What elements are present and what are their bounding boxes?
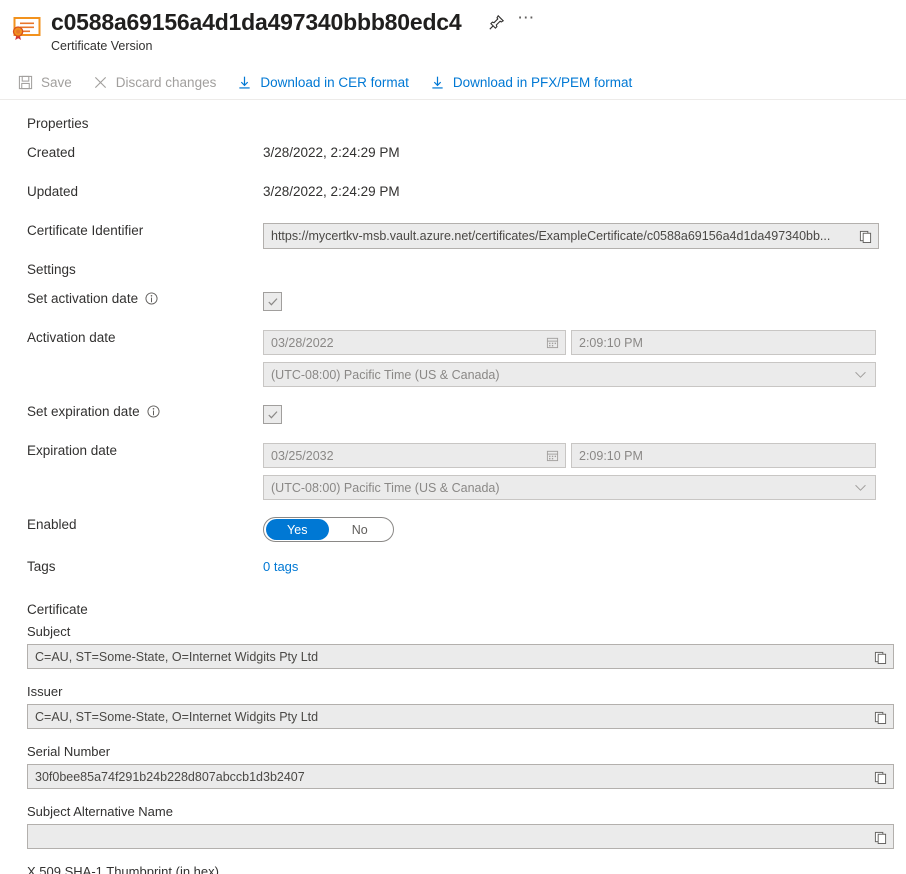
discard-changes-label: Discard changes <box>116 75 217 90</box>
subject-label: Subject <box>27 624 892 639</box>
enabled-row: Enabled Yes No <box>14 513 892 542</box>
issuer-value: C=AU, ST=Some-State, O=Internet Widgits … <box>35 710 318 724</box>
title-line: c0588a69156a4d1da497340bbb80edc4 ⋯ <box>51 8 539 36</box>
serial-number-label: Serial Number <box>27 744 892 759</box>
content-area: Properties Created 3/28/2022, 2:24:29 PM… <box>0 100 906 874</box>
serial-number-field-group: Serial Number 30f0bee85a74f291b24b228d80… <box>14 744 892 789</box>
updated-row: Updated 3/28/2022, 2:24:29 PM <box>14 180 892 206</box>
enabled-toggle-no[interactable]: No <box>329 519 392 540</box>
copy-icon[interactable] <box>853 224 878 248</box>
activation-timezone-select[interactable]: (UTC-08:00) Pacific Time (US & Canada) <box>263 362 876 387</box>
chevron-down-icon <box>854 363 867 386</box>
san-field[interactable] <box>27 824 894 849</box>
download-pfx-pem-label: Download in PFX/PEM format <box>453 75 632 90</box>
discard-changes-button[interactable]: Discard changes <box>89 68 226 98</box>
download-icon <box>236 74 253 91</box>
info-icon[interactable] <box>147 405 160 418</box>
subject-field[interactable]: C=AU, ST=Some-State, O=Internet Widgits … <box>27 644 894 669</box>
activation-date-row: Activation date 03/28/2022 <box>14 326 892 387</box>
activation-date-controls: 03/28/2022 2:09:10 <box>263 330 892 355</box>
page-header: c0588a69156a4d1da497340bbb80edc4 ⋯ Certi… <box>0 0 906 62</box>
expiration-time-input[interactable]: 2:09:10 PM <box>571 443 876 468</box>
expiration-date-input[interactable]: 03/25/2032 <box>263 443 566 468</box>
calendar-icon[interactable] <box>541 444 563 467</box>
info-icon[interactable] <box>145 292 158 305</box>
set-expiration-date-checkbox[interactable] <box>263 405 282 424</box>
subject-value: C=AU, ST=Some-State, O=Internet Widgits … <box>35 650 318 664</box>
certificate-identifier-field[interactable]: https://mycertkv-msb.vault.azure.net/cer… <box>263 223 879 249</box>
expiration-timezone-select[interactable]: (UTC-08:00) Pacific Time (US & Canada) <box>263 475 876 500</box>
certificate-icon <box>12 13 42 43</box>
tags-row: Tags 0 tags <box>14 555 892 581</box>
page-title: c0588a69156a4d1da497340bbb80edc4 <box>51 8 461 36</box>
expiration-date-value: 03/25/2032 <box>271 449 334 463</box>
save-icon <box>17 74 34 91</box>
copy-icon[interactable] <box>868 645 893 669</box>
activation-timezone-value: (UTC-08:00) Pacific Time (US & Canada) <box>271 368 500 382</box>
header-row: c0588a69156a4d1da497340bbb80edc4 ⋯ Certi… <box>0 8 906 54</box>
title-block: c0588a69156a4d1da497340bbb80edc4 ⋯ Certi… <box>51 8 539 54</box>
set-activation-date-label: Set activation date <box>27 291 138 306</box>
activation-date-value: 03/28/2022 <box>271 336 334 350</box>
certificate-identifier-label: Certificate Identifier <box>14 219 263 238</box>
activation-date-input[interactable]: 03/28/2022 <box>263 330 566 355</box>
san-field-group: Subject Alternative Name <box>14 804 892 849</box>
copy-icon[interactable] <box>868 705 893 729</box>
enabled-label: Enabled <box>14 513 263 532</box>
download-icon <box>429 74 446 91</box>
download-pfx-pem-button[interactable]: Download in PFX/PEM format <box>426 68 641 98</box>
copy-icon[interactable] <box>868 765 893 789</box>
expiration-date-label: Expiration date <box>14 439 263 458</box>
issuer-field-group: Issuer C=AU, ST=Some-State, O=Internet W… <box>14 684 892 729</box>
set-activation-date-row: Set activation date <box>14 287 892 313</box>
created-label: Created <box>14 141 263 160</box>
enabled-toggle[interactable]: Yes No <box>263 517 394 542</box>
save-label: Save <box>41 75 72 90</box>
download-cer-label: Download in CER format <box>260 75 409 90</box>
ellipsis-icon[interactable]: ⋯ <box>513 9 539 35</box>
tags-link[interactable]: 0 tags <box>263 559 298 574</box>
certificate-section-title: Certificate <box>27 602 892 617</box>
command-bar: Save Discard changes Download in CER for… <box>0 66 906 100</box>
san-label: Subject Alternative Name <box>27 804 892 819</box>
issuer-field[interactable]: C=AU, ST=Some-State, O=Internet Widgits … <box>27 704 894 729</box>
set-expiration-date-label: Set expiration date <box>27 404 140 419</box>
calendar-icon[interactable] <box>541 331 563 354</box>
download-cer-button[interactable]: Download in CER format <box>233 68 418 98</box>
copy-icon[interactable] <box>868 825 893 849</box>
certificate-identifier-value: https://mycertkv-msb.vault.azure.net/cer… <box>271 229 830 243</box>
set-activation-date-checkbox[interactable] <box>263 292 282 311</box>
expiration-date-row: Expiration date 03/25/2032 <box>14 439 892 500</box>
activation-time-input[interactable]: 2:09:10 PM <box>571 330 876 355</box>
expiration-timezone-value: (UTC-08:00) Pacific Time (US & Canada) <box>271 481 500 495</box>
chevron-down-icon <box>854 476 867 499</box>
save-button[interactable]: Save <box>14 68 81 98</box>
subject-field-group: Subject C=AU, ST=Some-State, O=Internet … <box>14 624 892 669</box>
created-row: Created 3/28/2022, 2:24:29 PM <box>14 141 892 167</box>
activation-time-value: 2:09:10 PM <box>579 336 643 350</box>
created-value: 3/28/2022, 2:24:29 PM <box>263 141 892 160</box>
thumbprint-label: X.509 SHA-1 Thumbprint (in hex) <box>27 864 892 874</box>
properties-section-title: Properties <box>27 116 892 131</box>
expiration-date-controls: 03/25/2032 2:09:10 <box>263 443 892 468</box>
certificate-identifier-row: Certificate Identifier https://mycertkv-… <box>14 219 892 249</box>
enabled-toggle-yes[interactable]: Yes <box>266 519 329 540</box>
serial-number-value: 30f0bee85a74f291b24b228d807abccb1d3b2407 <box>35 770 305 784</box>
updated-value: 3/28/2022, 2:24:29 PM <box>263 180 892 199</box>
tags-label: Tags <box>14 555 263 574</box>
pin-icon[interactable] <box>483 9 509 35</box>
page-subtitle: Certificate Version <box>51 38 539 54</box>
expiration-time-value: 2:09:10 PM <box>579 449 643 463</box>
close-x-icon <box>92 74 109 91</box>
updated-label: Updated <box>14 180 263 199</box>
settings-section-title: Settings <box>27 262 892 277</box>
activation-date-label: Activation date <box>14 326 263 345</box>
serial-number-field[interactable]: 30f0bee85a74f291b24b228d807abccb1d3b2407 <box>27 764 894 789</box>
issuer-label: Issuer <box>27 684 892 699</box>
set-expiration-date-row: Set expiration date <box>14 400 892 426</box>
